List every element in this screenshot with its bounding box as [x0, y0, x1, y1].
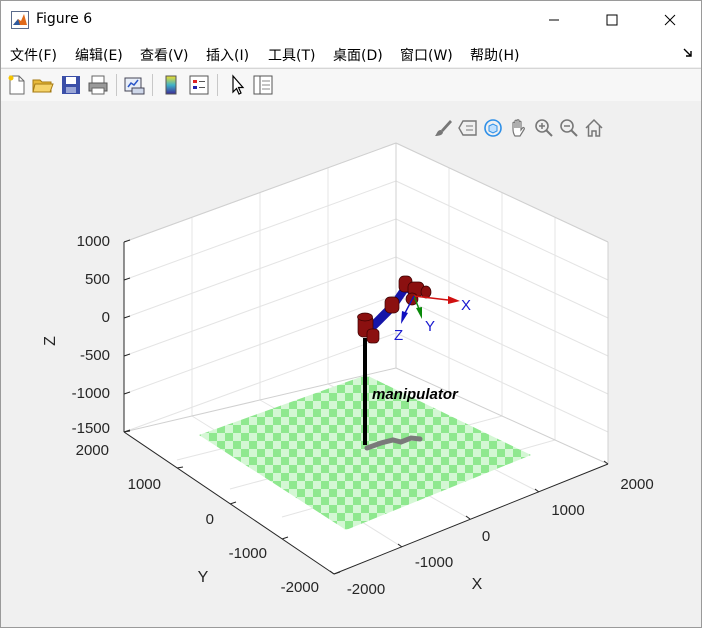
figure-window: Figure 6 文件(F) 编辑(E) 查看(V) 插入(I) 工具(T) 桌… — [0, 0, 702, 628]
zoom-in-icon[interactable] — [533, 117, 555, 139]
minimize-button[interactable] — [531, 1, 577, 39]
maximize-button[interactable] — [589, 1, 635, 39]
menu-bar: 文件(F) 编辑(E) 查看(V) 插入(I) 工具(T) 桌面(D) 窗口(W… — [1, 39, 701, 67]
menu-file[interactable]: 文件(F) — [10, 45, 57, 65]
colorbar-icon[interactable] — [159, 73, 183, 97]
legend-icon[interactable] — [187, 73, 211, 97]
figure-toolbar — [1, 68, 701, 102]
menu-desktop[interactable]: 桌面(D) — [333, 45, 383, 65]
link-plot-icon[interactable] — [122, 73, 146, 97]
data-tips-icon[interactable] — [457, 117, 479, 139]
dock-arrow-icon[interactable] — [683, 48, 693, 58]
rotate-3d-icon[interactable] — [482, 117, 504, 139]
menu-window[interactable]: 窗口(W) — [400, 45, 453, 65]
brush-icon[interactable] — [432, 117, 454, 139]
menu-help[interactable]: 帮助(H) — [470, 45, 519, 65]
title-bar: Figure 6 — [1, 1, 701, 39]
close-icon — [664, 14, 676, 26]
menu-view[interactable]: 查看(V) — [140, 45, 189, 65]
print-icon[interactable] — [86, 73, 110, 97]
edit-plot-icon[interactable] — [225, 73, 249, 97]
matlab-icon — [11, 11, 29, 29]
toolbar-separator — [116, 74, 117, 96]
pan-icon[interactable] — [507, 117, 529, 139]
close-button[interactable] — [647, 1, 693, 39]
window-title: Figure 6 — [36, 11, 93, 27]
minimize-icon — [549, 19, 559, 21]
zoom-out-icon[interactable] — [558, 117, 580, 139]
menu-edit[interactable]: 编辑(E) — [75, 45, 123, 65]
menu-insert[interactable]: 插入(I) — [206, 45, 249, 65]
menu-tools[interactable]: 工具(T) — [268, 45, 315, 65]
property-inspector-icon[interactable] — [251, 73, 275, 97]
save-icon[interactable] — [59, 73, 83, 97]
figure-canvas[interactable] — [1, 101, 701, 627]
toolbar-separator — [217, 74, 218, 96]
open-file-icon[interactable] — [31, 73, 55, 97]
toolbar-separator — [152, 74, 153, 96]
maximize-icon — [606, 14, 618, 26]
restore-view-icon[interactable] — [583, 117, 605, 139]
new-figure-icon[interactable] — [5, 73, 29, 97]
